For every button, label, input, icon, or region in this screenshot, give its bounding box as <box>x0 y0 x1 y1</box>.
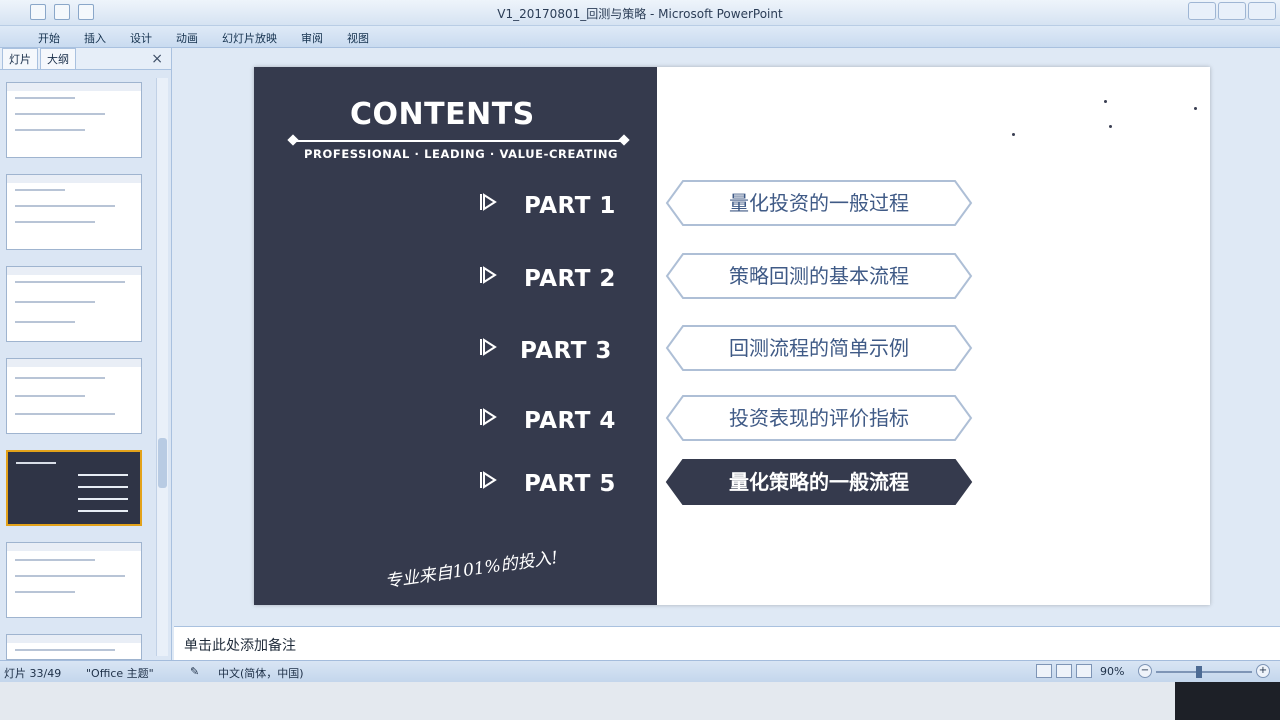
topic-text: 投资表现的评价指标 <box>729 406 909 430</box>
slide-thumbnail[interactable] <box>6 634 142 660</box>
play-icon <box>480 471 497 489</box>
contents-item: PART 3 回测流程的简单示例 <box>254 324 1210 373</box>
topic-text: 策略回测的基本流程 <box>729 264 909 288</box>
pane-tabs: 灯片 大纲 × <box>0 47 171 70</box>
topic-text: 量化投资的一般过程 <box>729 191 909 215</box>
maximize-button[interactable] <box>1218 2 1246 20</box>
tab-outline[interactable]: 大纲 <box>40 47 76 70</box>
minimize-button[interactable] <box>1188 2 1216 20</box>
heading-divider <box>294 140 624 142</box>
slide-sorter-button[interactable] <box>1056 664 1072 678</box>
contents-item: PART 1 量化投资的一般过程 <box>254 179 1210 228</box>
part-label: PART 2 <box>524 266 616 292</box>
zoom-level[interactable]: 90% <box>1100 665 1124 678</box>
tab-design[interactable]: 设计 <box>118 26 164 47</box>
part-label: PART 5 <box>524 471 616 497</box>
notes-placeholder[interactable]: 单击此处添加备注 <box>184 635 296 655</box>
zoom-in-button[interactable]: + <box>1256 664 1270 678</box>
slides-scrollbar[interactable] <box>156 78 168 656</box>
ribbon-tabs: 开始 插入 设计 动画 幻灯片放映 审阅 视图 <box>0 26 1280 48</box>
window-title: V1_20170801_回测与策略 - Microsoft PowerPoint <box>497 7 783 21</box>
slide-thumbnail[interactable] <box>6 358 142 434</box>
spellcheck-icon[interactable]: ✎ <box>190 665 199 678</box>
slide-counter: 灯片 33/49 <box>4 667 62 680</box>
contents-item-active: PART 5 量化策略的一般流程 <box>254 458 1210 506</box>
slide-canvas[interactable]: CONTENTS PROFESSIONAL · LEADING · VALUE-… <box>254 67 1210 605</box>
topic-pill[interactable]: 量化投资的一般过程 <box>665 179 973 227</box>
tab-review[interactable]: 审阅 <box>289 26 335 47</box>
play-icon <box>480 193 497 211</box>
slideshow-button[interactable] <box>1076 664 1092 678</box>
topic-text: 量化策略的一般流程 <box>729 470 909 494</box>
title-bar: V1_20170801_回测与策略 - Microsoft PowerPoint <box>0 0 1280 26</box>
tab-view[interactable]: 视图 <box>335 26 381 47</box>
topic-pill[interactable]: 策略回测的基本流程 <box>665 252 973 300</box>
tab-home[interactable]: 开始 <box>26 26 72 47</box>
topic-pill[interactable]: 回测流程的简单示例 <box>665 324 973 372</box>
zoom-out-button[interactable]: − <box>1138 664 1152 678</box>
zoom-slider-handle[interactable] <box>1196 666 1202 678</box>
slide-thumbnail[interactable] <box>6 174 142 250</box>
part-label: PART 1 <box>524 193 616 219</box>
slide-thumbnail-selected[interactable] <box>6 450 142 526</box>
zoom-slider[interactable] <box>1156 671 1252 673</box>
status-bar: 灯片 33/49 "Office 主题" ✎ 中文(简体，中国) 90% − + <box>0 660 1280 682</box>
taskbar-strip <box>0 682 1280 720</box>
contents-item: PART 2 策略回测的基本流程 <box>254 252 1210 301</box>
language-indicator[interactable]: 中文(简体，中国) <box>218 665 304 681</box>
theme-name: "Office 主题" <box>86 667 154 680</box>
normal-view-button[interactable] <box>1036 664 1052 678</box>
slide-subtitle: PROFESSIONAL · LEADING · VALUE-CREATING <box>304 147 619 161</box>
close-icon[interactable]: × <box>151 51 163 67</box>
tab-slideshow[interactable]: 幻灯片放映 <box>210 26 289 47</box>
slide-thumbnail[interactable] <box>6 266 142 342</box>
topic-pill-active[interactable]: 量化策略的一般流程 <box>665 458 973 506</box>
slides-pane: 灯片 大纲 × <box>0 47 172 660</box>
topic-pill[interactable]: 投资表现的评价指标 <box>665 394 973 442</box>
notes-pane[interactable]: 单击此处添加备注 <box>174 626 1280 660</box>
topic-text: 回测流程的简单示例 <box>729 336 909 360</box>
tab-insert[interactable]: 插入 <box>72 26 118 47</box>
part-label: PART 4 <box>524 408 616 434</box>
tab-slides[interactable]: 灯片 <box>2 47 38 70</box>
tab-animations[interactable]: 动画 <box>164 26 210 47</box>
slide-thumbnail[interactable] <box>6 542 142 618</box>
contents-item: PART 4 投资表现的评价指标 <box>254 394 1210 443</box>
part-label: PART 3 <box>520 338 612 364</box>
play-icon <box>480 266 497 284</box>
play-icon <box>480 338 497 356</box>
slide-heading: CONTENTS <box>350 97 535 132</box>
window-controls <box>1188 2 1276 20</box>
slide-thumbnail[interactable] <box>6 82 142 158</box>
close-button[interactable] <box>1248 2 1276 20</box>
play-icon <box>480 408 497 426</box>
